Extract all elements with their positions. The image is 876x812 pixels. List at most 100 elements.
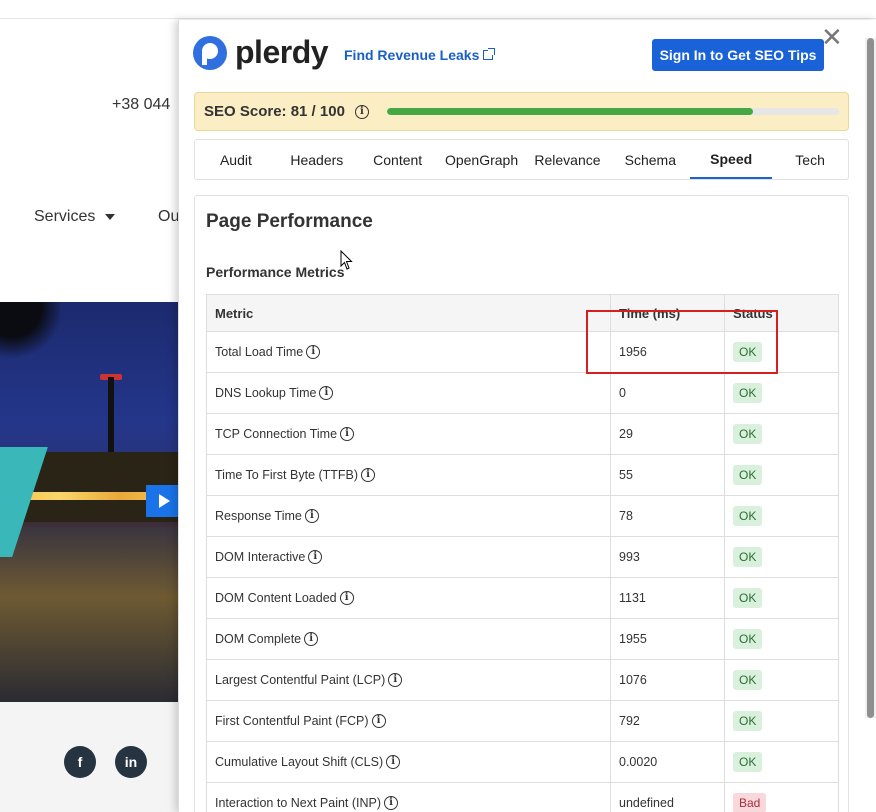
table-row: Time To First Byte (TTFB) i 55 OK — [206, 454, 839, 496]
linkedin-icon[interactable]: in — [115, 746, 147, 778]
metric-name: Response Time — [215, 509, 302, 523]
page-divider — [0, 18, 876, 19]
time-cell: 993 — [610, 536, 725, 578]
metric-cell: First Contentful Paint (FCP) i — [206, 700, 611, 742]
info-icon[interactable]: i — [388, 673, 403, 687]
chevron-down-icon — [105, 214, 116, 220]
metric-cell: Total Load Time i — [206, 331, 611, 373]
tab-speed[interactable]: Speed — [690, 140, 773, 179]
metric-name: DOM Content Loaded — [215, 591, 337, 605]
table-row: TCP Connection Time i 29 OK — [206, 413, 839, 455]
sign-in-button[interactable]: Sign In to Get SEO Tips — [652, 39, 824, 71]
time-cell: 792 — [610, 700, 725, 742]
table-row: Largest Contentful Paint (LCP) i 1076 OK — [206, 659, 839, 701]
time-cell: 1955 — [610, 618, 725, 660]
time-cell: 78 — [610, 495, 725, 537]
info-icon[interactable]: i — [371, 714, 386, 728]
time-cell: 1076 — [610, 659, 725, 701]
plerdy-logo-text: plerdy — [235, 34, 329, 70]
table-row: Interaction to Next Paint (INP) i undefine… — [206, 782, 839, 812]
time-cell: 55 — [610, 454, 725, 496]
status-cell: OK — [724, 577, 839, 619]
metric-name: DOM Complete — [215, 632, 302, 646]
status-cell: OK — [724, 536, 839, 578]
info-icon[interactable]: i — [386, 755, 401, 769]
external-link-icon — [483, 48, 496, 60]
metric-name: Interaction to Next Paint (INP) — [215, 796, 382, 810]
metric-name: Total Load Time — [215, 345, 304, 359]
status-cell: OK — [724, 659, 839, 701]
metric-name: DNS Lookup Time — [215, 386, 317, 400]
nav-item-partial[interactable]: Ou — [158, 208, 179, 226]
tab-tech[interactable]: Tech — [772, 140, 848, 179]
info-icon[interactable]: i — [361, 468, 376, 482]
seo-score-bar: SEO Score: 81 / 100 i — [194, 92, 849, 131]
info-icon[interactable]: i — [339, 591, 354, 605]
info-icon[interactable]: i — [384, 796, 399, 810]
info-icon[interactable]: i — [304, 632, 319, 646]
hero-trees — [0, 302, 60, 362]
find-revenue-leaks-link[interactable]: Find Revenue Leaks — [344, 47, 496, 63]
metric-cell: DOM Content Loaded i — [206, 577, 611, 619]
info-icon[interactable]: i — [319, 386, 334, 400]
status-cell: Bad — [724, 782, 839, 812]
metric-name: First Contentful Paint (FCP) — [215, 714, 369, 728]
scrollbar-thumb[interactable] — [867, 38, 874, 718]
metric-name: Cumulative Layout Shift (CLS) — [215, 755, 384, 769]
status-badge: OK — [733, 752, 763, 772]
section-title: Performance Metrics — [206, 264, 345, 280]
mouse-cursor-icon — [340, 250, 353, 270]
table-row: Response Time i 78 OK — [206, 495, 839, 537]
time-cell: 29 — [610, 413, 725, 455]
plerdy-logo: plerdy — [193, 34, 329, 71]
speed-content: Page Performance Performance Metrics Met… — [194, 195, 849, 812]
phone-number[interactable]: +38 044 — [112, 96, 170, 114]
tab-schema[interactable]: Schema — [610, 140, 690, 179]
info-icon[interactable]: i — [340, 427, 355, 441]
status-badge: OK — [733, 711, 763, 731]
info-icon[interactable]: i — [306, 345, 321, 359]
metric-cell: Cumulative Layout Shift (CLS) i — [206, 741, 611, 783]
metric-name: Time To First Byte (TTFB) — [215, 468, 359, 482]
close-icon[interactable]: ✕ — [821, 24, 843, 50]
status-cell: OK — [724, 372, 839, 414]
status-cell: OK — [724, 413, 839, 455]
metric-cell: DNS Lookup Time i — [206, 372, 611, 414]
metric-cell: DOM Interactive i — [206, 536, 611, 578]
status-cell: OK — [724, 454, 839, 496]
metric-cell: Time To First Byte (TTFB) i — [206, 454, 611, 496]
revenue-link-label: Find Revenue Leaks — [344, 47, 480, 63]
status-badge: OK — [733, 465, 763, 485]
status-badge: OK — [733, 547, 763, 567]
table-row: First Contentful Paint (FCP) i 792 OK — [206, 700, 839, 742]
plerdy-panel: ✕ plerdy Find Revenue Leaks Sign In to G… — [178, 20, 876, 812]
metric-name: Largest Contentful Paint (LCP) — [215, 673, 386, 687]
status-cell: OK — [724, 741, 839, 783]
play-button[interactable] — [146, 485, 180, 517]
tab-opengraph[interactable]: OpenGraph — [439, 140, 525, 179]
tab-audit[interactable]: Audit — [195, 140, 277, 179]
status-badge: OK — [733, 424, 763, 444]
info-icon[interactable]: i — [308, 550, 323, 564]
table-row: Cumulative Layout Shift (CLS) i 0.0020 OK — [206, 741, 839, 783]
column-header-metric: Metric — [206, 294, 611, 332]
scrollbar[interactable] — [865, 38, 876, 718]
plerdy-logo-icon — [193, 35, 227, 70]
metric-name: TCP Connection Time — [215, 427, 338, 441]
facebook-icon[interactable]: f — [64, 746, 96, 778]
status-badge: OK — [733, 506, 763, 526]
time-cell: 1131 — [610, 577, 725, 619]
nav-services[interactable]: Services — [34, 208, 116, 226]
info-icon[interactable]: i — [304, 509, 319, 523]
info-icon[interactable]: i — [354, 104, 369, 119]
status-badge: OK — [733, 588, 763, 608]
tab-bar: Audit Headers Content OpenGraph Relevance Sch… — [194, 139, 849, 180]
tab-headers[interactable]: Headers — [277, 140, 357, 179]
tab-content[interactable]: Content — [357, 140, 439, 179]
seo-score-label: SEO Score: 81 / 100 — [204, 103, 345, 120]
page-title: Page Performance — [206, 211, 373, 232]
status-cell: OK — [724, 495, 839, 537]
metric-cell: Largest Contentful Paint (LCP) i — [206, 659, 611, 701]
tab-relevance[interactable]: Relevance — [525, 140, 611, 179]
nav-services-label: Services — [34, 208, 96, 225]
